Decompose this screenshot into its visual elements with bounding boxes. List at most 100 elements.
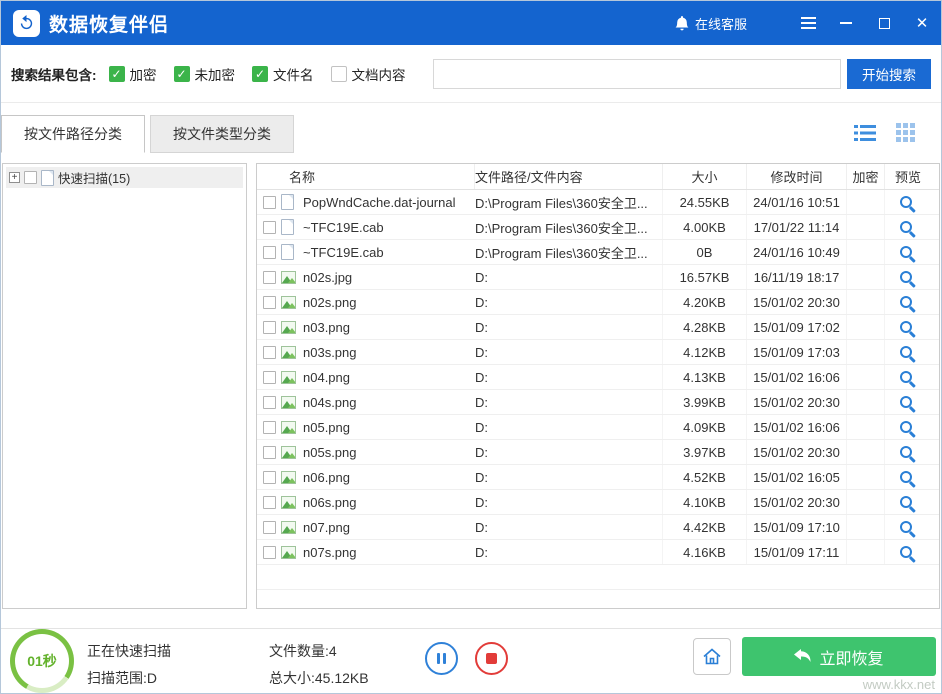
file-name: n02s.jpg	[303, 265, 475, 289]
row-checkbox[interactable]	[263, 346, 276, 359]
tab-by-file-type[interactable]: 按文件类型分类	[150, 115, 294, 153]
header-name[interactable]: 名称	[257, 164, 475, 189]
row-checkbox[interactable]	[263, 521, 276, 534]
file-type-icon	[281, 346, 296, 359]
table-row[interactable]: n05.png D: 4.09KB 15/01/02 16:06	[257, 415, 939, 440]
preview-icon[interactable]	[900, 196, 912, 208]
grid-view-icon[interactable]	[896, 123, 915, 142]
file-name: n03.png	[303, 315, 475, 339]
table-row[interactable]: ~TFC19E.cab D:\Program Files\360安全卫... 4…	[257, 215, 939, 240]
row-checkbox[interactable]	[263, 396, 276, 409]
file-path: D:	[475, 515, 663, 539]
header-path[interactable]: 文件路径/文件内容	[475, 164, 663, 189]
preview-icon[interactable]	[900, 246, 912, 258]
header-preview[interactable]: 预览	[885, 164, 931, 189]
preview-icon[interactable]	[900, 496, 912, 508]
online-service-button[interactable]: 在线客服	[675, 14, 747, 33]
minimize-button[interactable]	[827, 1, 865, 45]
row-checkbox[interactable]	[263, 496, 276, 509]
list-view-icon[interactable]	[854, 124, 876, 142]
maximize-button[interactable]	[865, 1, 903, 45]
file-count-text: 文件数量:4	[269, 641, 337, 661]
table-row[interactable]: n03.png D: 4.28KB 15/01/09 17:02	[257, 315, 939, 340]
table-row[interactable]: n06s.png D: 4.10KB 15/01/02 20:30	[257, 490, 939, 515]
preview-icon[interactable]	[900, 446, 912, 458]
row-checkbox[interactable]	[263, 446, 276, 459]
checkbox-doc-content[interactable]	[331, 66, 347, 82]
row-checkbox[interactable]	[263, 371, 276, 384]
scan-status-text: 正在快速扫描	[87, 641, 171, 661]
file-path: D:	[475, 540, 663, 564]
file-path: D:	[475, 390, 663, 414]
stop-button[interactable]	[475, 642, 508, 675]
table-row[interactable]: PopWndCache.dat-journal D:\Program Files…	[257, 190, 939, 215]
preview-icon[interactable]	[900, 321, 912, 333]
header-modified[interactable]: 修改时间	[747, 164, 847, 189]
file-path: D:\Program Files\360安全卫...	[475, 190, 663, 214]
tree-node-checkbox[interactable]	[24, 171, 37, 184]
file-type-icon	[281, 421, 296, 434]
header-size[interactable]: 大小	[663, 164, 747, 189]
filter-encrypted[interactable]: 加密	[109, 64, 157, 84]
table-row[interactable]: n07s.png D: 4.16KB 15/01/09 17:11	[257, 540, 939, 565]
pause-button[interactable]	[425, 642, 458, 675]
preview-icon[interactable]	[900, 271, 912, 283]
file-modified: 15/01/02 20:30	[747, 290, 847, 314]
start-search-button[interactable]: 开始搜索	[847, 59, 931, 89]
file-encrypted	[847, 215, 885, 239]
filter-unencrypted[interactable]: 未加密	[174, 64, 236, 84]
file-name: n03s.png	[303, 340, 475, 364]
preview-icon[interactable]	[900, 346, 912, 358]
row-checkbox[interactable]	[263, 196, 276, 209]
preview-icon[interactable]	[900, 396, 912, 408]
search-input[interactable]	[433, 59, 841, 89]
file-name: n05.png	[303, 415, 475, 439]
row-checkbox[interactable]	[263, 221, 276, 234]
preview-icon[interactable]	[900, 421, 912, 433]
view-toggles	[854, 123, 915, 142]
row-checkbox[interactable]	[263, 471, 276, 484]
expand-icon[interactable]	[9, 172, 20, 183]
row-checkbox[interactable]	[263, 546, 276, 559]
filter-filename[interactable]: 文件名	[252, 64, 314, 84]
row-checkbox[interactable]	[263, 421, 276, 434]
menu-button[interactable]	[789, 1, 827, 45]
table-row[interactable]: n02s.png D: 4.20KB 15/01/02 20:30	[257, 290, 939, 315]
file-name: n04.png	[303, 365, 475, 389]
file-modified: 15/01/02 16:06	[747, 415, 847, 439]
preview-icon[interactable]	[900, 221, 912, 233]
row-checkbox[interactable]	[263, 246, 276, 259]
tab-by-file-path[interactable]: 按文件路径分类	[1, 115, 145, 153]
table-row[interactable]: n06.png D: 4.52KB 15/01/02 16:05	[257, 465, 939, 490]
table-row[interactable]: n07.png D: 4.42KB 15/01/09 17:10	[257, 515, 939, 540]
table-row[interactable]: ~TFC19E.cab D:\Program Files\360安全卫... 0…	[257, 240, 939, 265]
table-row[interactable]: n04s.png D: 3.99KB 15/01/02 20:30	[257, 390, 939, 415]
table-row[interactable]: n02s.jpg D: 16.57KB 16/11/19 18:17	[257, 265, 939, 290]
table-row[interactable]: n04.png D: 4.13KB 15/01/02 16:06	[257, 365, 939, 390]
file-encrypted	[847, 465, 885, 489]
checkbox-unencrypted[interactable]	[174, 66, 190, 82]
tree-node-quick-scan[interactable]: 快速扫描(15)	[6, 167, 243, 188]
checkbox-encrypted[interactable]	[109, 66, 125, 82]
empty-row	[257, 565, 939, 590]
file-path: D:	[475, 440, 663, 464]
preview-icon[interactable]	[900, 546, 912, 558]
maximize-icon	[879, 18, 890, 29]
checkbox-filename[interactable]	[252, 66, 268, 82]
row-checkbox[interactable]	[263, 296, 276, 309]
home-button[interactable]	[693, 638, 731, 675]
preview-icon[interactable]	[900, 296, 912, 308]
preview-icon[interactable]	[900, 521, 912, 533]
recover-now-button[interactable]: 立即恢复	[742, 637, 936, 676]
row-checkbox[interactable]	[263, 271, 276, 284]
filter-doc-content[interactable]: 文档内容	[331, 64, 406, 84]
header-encrypted[interactable]: 加密	[847, 164, 885, 189]
table-row[interactable]: n05s.png D: 3.97KB 15/01/02 20:30	[257, 440, 939, 465]
file-name: n07.png	[303, 515, 475, 539]
table-row[interactable]: n03s.png D: 4.12KB 15/01/09 17:03	[257, 340, 939, 365]
preview-icon[interactable]	[900, 471, 912, 483]
preview-icon[interactable]	[900, 371, 912, 383]
row-checkbox[interactable]	[263, 321, 276, 334]
close-button[interactable]: ✕	[903, 1, 941, 45]
file-modified: 15/01/02 16:06	[747, 365, 847, 389]
